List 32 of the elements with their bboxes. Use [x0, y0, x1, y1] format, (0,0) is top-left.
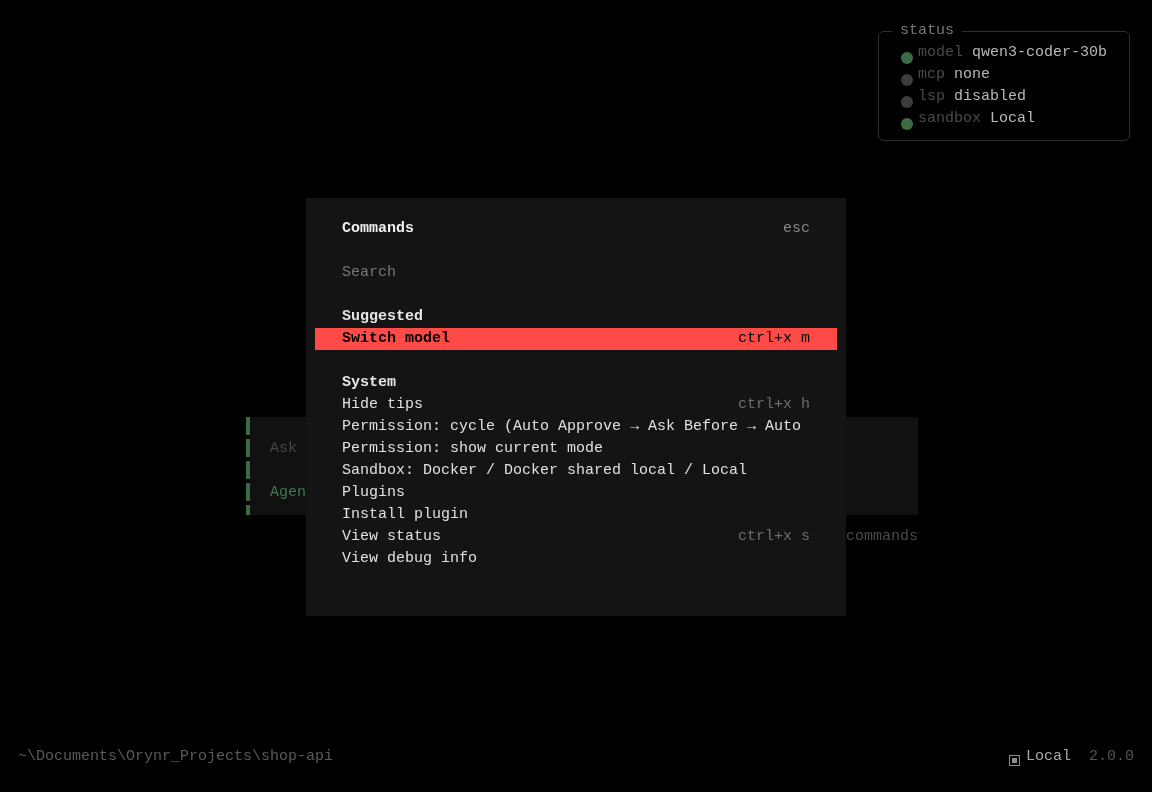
status-value: disabled — [954, 87, 1027, 107]
status-label: sandbox — [918, 109, 981, 129]
command-item[interactable]: View debug info — [342, 548, 478, 570]
command-item[interactable]: Hide tips — [342, 394, 423, 416]
command-item[interactable]: Sandbox: Docker / Docker shared local / Local — [342, 460, 748, 482]
status-value: Local — [990, 109, 1036, 129]
command-item[interactable]: Plugins — [342, 482, 405, 504]
section-heading: Suggested — [342, 307, 423, 327]
shortcut-text: ctrl+x h — [738, 395, 810, 415]
close-shortcut-hint: esc — [783, 219, 810, 239]
shortcut-text: ctrl+x s — [738, 527, 810, 547]
status-value: qwen3-coder-30b — [972, 43, 1108, 63]
mode-label: Agen — [270, 483, 306, 503]
section-heading: System — [342, 373, 396, 393]
command-item[interactable]: Permission: cycle (Auto Approve → Ask Before → Auto — [342, 416, 802, 438]
hint-text: commands — [846, 527, 918, 547]
status-label: mcp — [918, 65, 945, 85]
square-icon — [1008, 754, 1020, 766]
search-field[interactable]: Search — [342, 262, 810, 284]
version-text: 2.0.0 — [1089, 747, 1134, 767]
command-item[interactable]: Switch model ctrl+x m — [315, 328, 837, 350]
status-value: none — [954, 65, 991, 85]
status-label: lsp — [918, 87, 945, 107]
command-item[interactable]: View status — [342, 526, 442, 548]
status-label: model — [918, 43, 963, 63]
palette-title: Commands — [342, 219, 414, 239]
status-panel-title: status — [899, 21, 955, 41]
command-item[interactable]: Permission: show current mode — [342, 438, 604, 460]
sandbox-label: Local — [1025, 747, 1071, 767]
command-item[interactable]: Install plugin — [342, 504, 469, 526]
shortcut-text: ctrl+x m — [738, 329, 810, 349]
directory-path: ~\Documents\Orynr_Projects\shop-api — [18, 747, 334, 767]
